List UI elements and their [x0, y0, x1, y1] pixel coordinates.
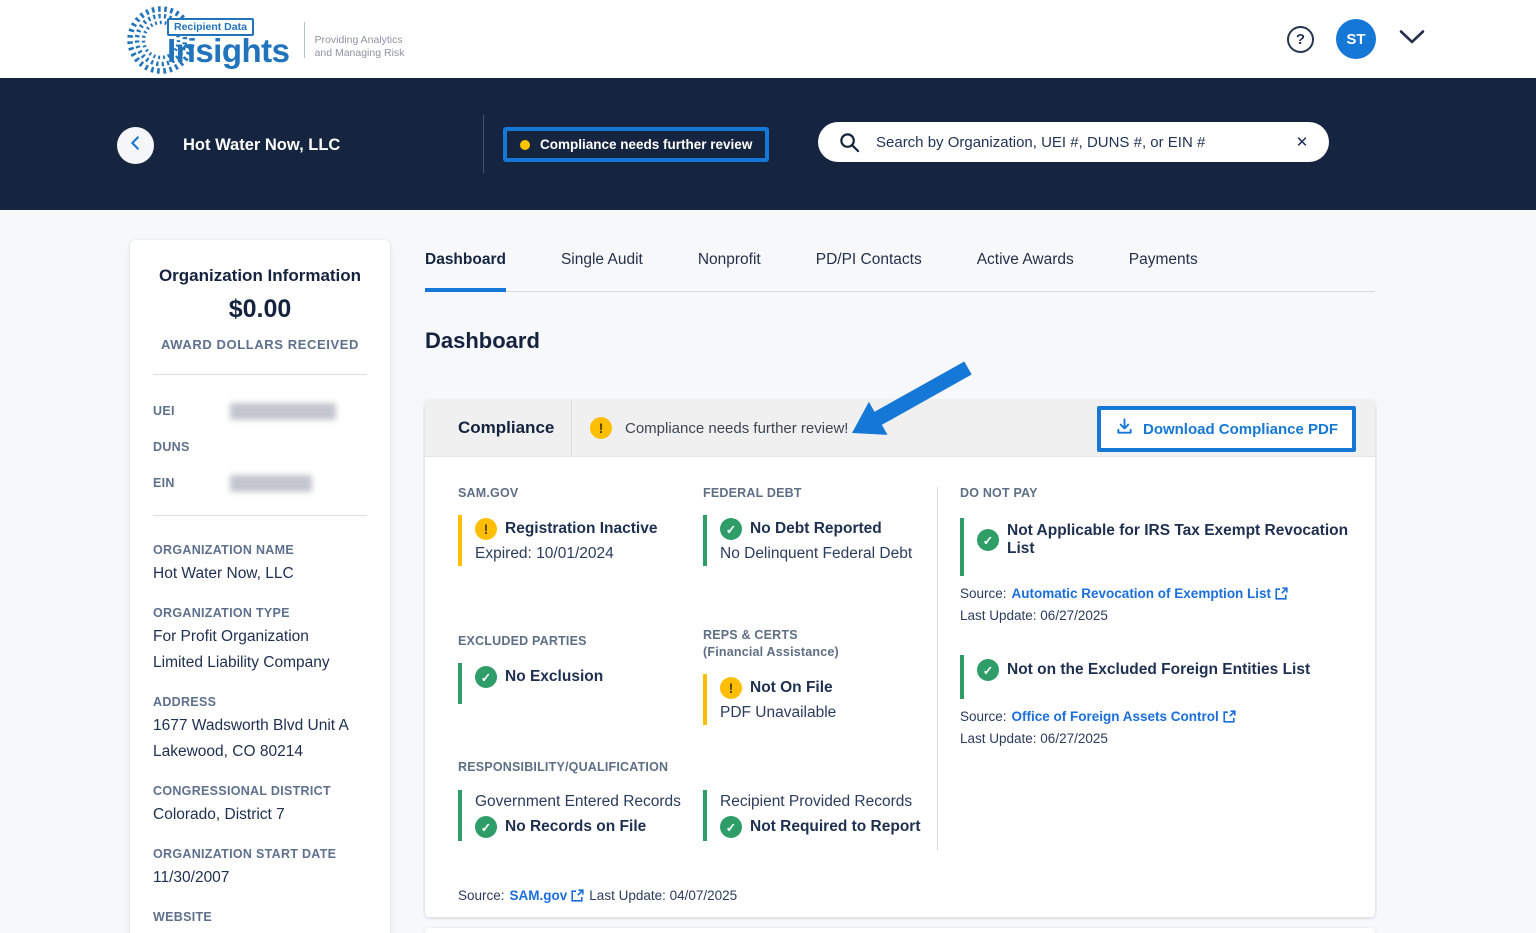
federal-debt-status-item: ✓ No Debt Reported No Delinquent Federal… — [703, 515, 933, 566]
app-header: Recipient Data Insights Providing Analyt… — [0, 0, 1536, 78]
next-card-partial — [425, 928, 1375, 933]
check-icon: ✓ — [977, 659, 999, 681]
section-excluded-parties: EXCLUDED PARTIES ✓ No Exclusion — [458, 634, 698, 704]
avatar[interactable]: ST — [1336, 19, 1376, 59]
dnp-source-line: Source: Automatic Revocation of Exemptio… — [960, 586, 1360, 601]
panel-title: Organization Information — [130, 266, 390, 286]
organization-name-heading: Hot Water Now, LLC — [183, 136, 340, 155]
back-button[interactable] — [117, 127, 154, 164]
warning-icon: ! — [720, 677, 742, 699]
brand-name: Insights — [167, 36, 290, 66]
samgov-status-item: ! Registration Inactive Expired: 10/01/2… — [458, 515, 698, 566]
check-icon: ✓ — [977, 529, 999, 551]
tab-payments[interactable]: Payments — [1129, 240, 1198, 292]
download-icon — [1115, 417, 1134, 441]
tab-single-audit[interactable]: Single Audit — [561, 240, 643, 292]
award-amount: $0.00 — [130, 295, 390, 324]
section-reps-certs: REPS & CERTS (Financial Assistance) ! No… — [703, 628, 933, 725]
compliance-status-badge: Compliance needs further review — [503, 127, 769, 162]
brand-tagline: Providing Analytics and Managing Risk — [315, 20, 405, 60]
field-organization-start-date: ORGANIZATION START DATE 11/30/2007 — [153, 847, 367, 887]
user-menu-chevron-down-icon[interactable] — [1398, 29, 1426, 50]
check-icon: ✓ — [720, 518, 742, 540]
tab-pdpi-contacts[interactable]: PD/PI Contacts — [816, 240, 922, 292]
tab-active-awards[interactable]: Active Awards — [977, 240, 1074, 292]
check-icon: ✓ — [475, 816, 497, 838]
external-link-icon — [1275, 587, 1288, 600]
divider — [571, 400, 572, 456]
hero-bar: Hot Water Now, LLC Compliance needs furt… — [0, 78, 1536, 210]
warning-icon: ! — [590, 417, 612, 439]
logo-divider — [304, 22, 305, 58]
section-samgov: SAM.GOV ! Registration Inactive Expired:… — [458, 486, 698, 566]
award-amount-caption: AWARD DOLLARS RECEIVED — [130, 337, 390, 352]
brand-logo[interactable]: Recipient Data Insights Providing Analyt… — [125, 4, 404, 76]
field-website: WEBSITE — [153, 910, 367, 924]
field-address: ADDRESS 1677 Wadsworth Blvd Unit A Lakew… — [153, 695, 367, 761]
check-icon: ✓ — [475, 666, 497, 688]
external-link-icon — [1223, 710, 1236, 723]
field-congressional-district: CONGRESSIONAL DISTRICT Colorado, Distric… — [153, 784, 367, 824]
reps-certs-status-item: ! Not On File PDF Unavailable — [703, 674, 933, 725]
ofac-link[interactable]: Office of Foreign Assets Control — [1012, 709, 1236, 724]
annotation-highlight-box: Download Compliance PDF — [1097, 406, 1356, 452]
id-row-duns: DUNS — [153, 429, 367, 465]
recipient-provided-records-item: Recipient Provided Records ✓ Not Require… — [703, 790, 921, 841]
compliance-alert-text: Compliance needs further review! — [625, 420, 848, 437]
samgov-source-link[interactable]: SAM.gov — [510, 888, 585, 903]
redacted-value — [230, 475, 312, 492]
status-badge-label: Compliance needs further review — [540, 137, 752, 152]
tab-nonprofit[interactable]: Nonprofit — [698, 240, 761, 292]
compliance-card-header: Compliance ! Compliance needs further re… — [425, 400, 1375, 457]
tab-dashboard[interactable]: Dashboard — [425, 240, 506, 292]
automatic-revocation-link[interactable]: Automatic Revocation of Exemption List — [1012, 586, 1289, 601]
excluded-parties-status-item: ✓ No Exclusion — [458, 663, 698, 704]
content-area: Organization Information $0.00 AWARD DOL… — [0, 210, 1536, 933]
irs-tax-exempt-status-item: ✓ Not Applicable for IRS Tax Exempt Revo… — [960, 518, 1360, 576]
search-clear-icon[interactable]: ✕ — [1291, 131, 1313, 153]
excluded-foreign-entities-status-item: ✓ Not on the Excluded Foreign Entities L… — [960, 655, 1360, 699]
tab-bar: Dashboard Single Audit Nonprofit PD/PI C… — [425, 240, 1375, 292]
section-responsibility-qualification: RESPONSIBILITY/QUALIFICATION Government … — [458, 760, 938, 841]
dnp-source-line: Source: Office of Foreign Assets Control — [960, 709, 1360, 724]
external-link-icon — [571, 889, 584, 902]
id-row-ein: EIN — [153, 465, 367, 501]
id-row-uei: UEI — [153, 393, 367, 429]
search-input[interactable] — [818, 122, 1329, 162]
status-dot-icon — [520, 140, 530, 150]
government-entered-records-item: Government Entered Records ✓ No Records … — [458, 790, 703, 841]
section-do-not-pay: DO NOT PAY ✓ Not Applicable for IRS Tax … — [960, 486, 1360, 746]
redacted-value — [230, 403, 336, 420]
field-organization-name: ORGANIZATION NAME Hot Water Now, LLC — [153, 543, 367, 583]
hero-divider — [483, 115, 484, 173]
search-bar: ✕ — [818, 122, 1329, 162]
check-icon: ✓ — [720, 816, 742, 838]
card-title: Compliance — [458, 418, 554, 438]
compliance-card: Compliance ! Compliance needs further re… — [425, 400, 1375, 917]
download-compliance-pdf-button[interactable]: Download Compliance PDF — [1101, 410, 1352, 448]
organization-info-panel: Organization Information $0.00 AWARD DOL… — [130, 240, 390, 933]
divider — [937, 487, 938, 850]
warning-icon: ! — [475, 518, 497, 540]
field-organization-type: ORGANIZATION TYPE For Profit Organizatio… — [153, 606, 367, 672]
help-icon[interactable]: ? — [1287, 26, 1314, 53]
page-title: Dashboard — [425, 328, 540, 354]
section-federal-debt: FEDERAL DEBT ✓ No Debt Reported No Delin… — [703, 486, 933, 566]
search-icon — [838, 131, 861, 159]
chevron-left-icon — [127, 134, 145, 157]
samgov-source-line: Source: SAM.gov Last Update: 04/07/2025 — [458, 888, 737, 903]
